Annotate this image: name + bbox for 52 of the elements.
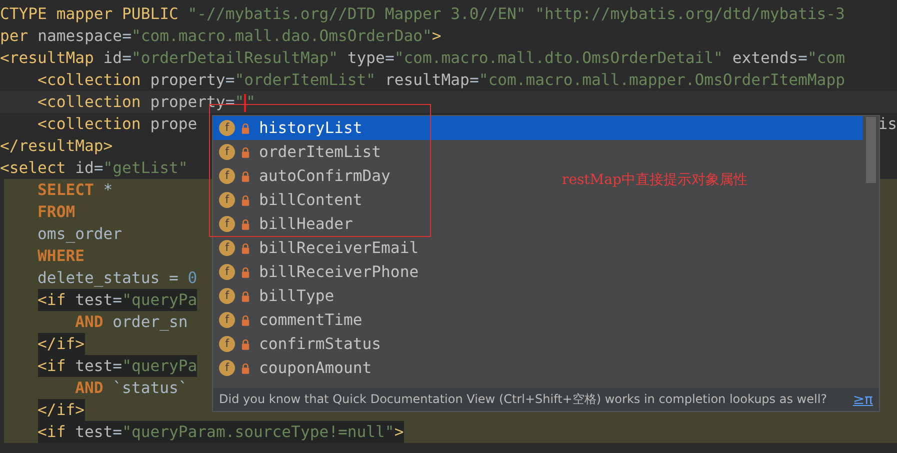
lock-icon <box>241 338 250 350</box>
annotation-text: restMap中直接提示对象属性 <box>562 171 748 189</box>
completion-item[interactable]: f commentTime <box>213 308 366 332</box>
code-line: </resultMap> <box>0 136 113 157</box>
code-line: SELECT * <box>38 180 113 201</box>
tip-text: Did you know that Quick Documentation View (Ctrl+Shift+空格) works in completion lookups as well? <box>219 391 828 408</box>
code-line: <select id="getList" <box>0 158 188 179</box>
lock-icon <box>241 194 250 206</box>
code-line: <resultMap id="orderDetailResultMap" type="com.macro.mall.dto.OmsOrderDetail" extends="com <box>0 48 845 69</box>
code-line: CTYPE mapper PUBLIC "-//mybatis.org//DTD Mapper 3.0//EN" "http://mybatis.org/dtd/mybatis-3 <box>0 4 845 25</box>
lock-icon <box>241 170 250 182</box>
lock-icon <box>241 122 250 134</box>
lock-icon <box>241 242 250 254</box>
code-line: AND order_sn <box>75 312 188 333</box>
field-badge: f <box>219 288 235 304</box>
field-badge: f <box>219 312 235 328</box>
completion-item[interactable]: f confirmStatus <box>213 332 386 356</box>
field-badge: f <box>219 144 235 160</box>
field-badge: f <box>219 120 235 136</box>
completion-item[interactable]: f billReceiverEmail <box>213 236 423 260</box>
code-line: <collection prope <box>38 114 198 135</box>
lock-icon <box>241 362 250 374</box>
field-badge: f <box>219 216 235 232</box>
completion-item[interactable]: f billContent <box>213 188 366 212</box>
lock-icon <box>241 314 250 326</box>
lock-icon <box>241 266 250 278</box>
code-line: WHERE <box>38 246 84 267</box>
field-badge: f <box>219 192 235 208</box>
completion-item[interactable]: f billType <box>213 284 338 308</box>
code-line: FROM <box>38 202 76 223</box>
more-link[interactable]: ≥π <box>852 392 873 408</box>
completion-item[interactable]: f autoConfirmDay <box>213 164 394 188</box>
lock-icon <box>241 290 250 302</box>
code-line: <collection property="orderItemList" resultMap="com.macro.mall.mapper.OmsOrderItemMapp <box>38 70 845 91</box>
completion-item[interactable]: f orderItemList <box>213 140 386 164</box>
field-badge: f <box>219 336 235 352</box>
field-badge: f <box>219 240 235 256</box>
completion-item[interactable]: f billReceiverPhone <box>213 260 423 284</box>
code-line: delete_status = 0 <box>38 268 198 289</box>
code-line: AND `status` <box>75 378 188 399</box>
code-line: is <box>878 114 897 135</box>
field-badge: f <box>219 264 235 280</box>
field-badge: f <box>219 360 235 376</box>
lock-icon <box>241 146 250 158</box>
text-cursor <box>244 94 246 112</box>
lock-icon <box>241 218 250 230</box>
scroll-thumb[interactable] <box>866 117 876 183</box>
completion-item[interactable]: f couponAmount <box>213 356 376 380</box>
completion-item[interactable]: f historyList <box>213 116 863 140</box>
code-line: oms_order <box>38 224 122 245</box>
code-line: per namespace="com.macro.mall.dao.OmsOrderDao"> <box>0 26 442 47</box>
field-badge: f <box>219 168 235 184</box>
